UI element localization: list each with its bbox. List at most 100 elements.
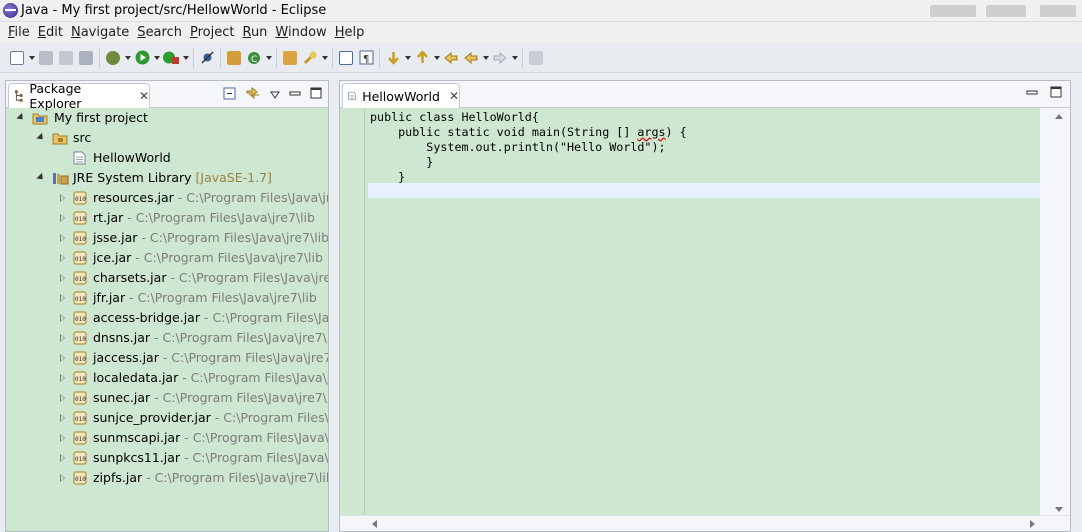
previous-annotation-button[interactable] xyxy=(412,48,432,68)
search-button[interactable] xyxy=(300,48,320,68)
tab-hellowworld[interactable]: HellowWorld ✕ xyxy=(342,83,460,108)
menu-edit[interactable]: Edit xyxy=(34,25,67,40)
run-button[interactable] xyxy=(132,48,152,68)
tree-item-jar[interactable]: 010 sunpkcs11.jar - C:\Program Files\Java… xyxy=(6,448,328,468)
expand-icon[interactable] xyxy=(36,133,46,143)
tree-item-jar[interactable]: 010 sunec.jar - C:\Program Files\Java\jre… xyxy=(6,388,328,408)
expand-icon[interactable] xyxy=(58,473,68,483)
show-whitespace-button[interactable]: ¶ xyxy=(356,48,376,68)
back-button[interactable] xyxy=(461,48,481,68)
menu-label: avigate xyxy=(80,25,130,40)
vertical-scrollbar[interactable] xyxy=(1048,108,1070,516)
expand-icon[interactable] xyxy=(58,433,68,443)
menu-search[interactable]: Search xyxy=(133,25,186,40)
save-button[interactable] xyxy=(36,48,56,68)
tree-item-jar[interactable]: 010 sunjce_provider.jar - C:\Program File… xyxy=(6,408,328,428)
tree-item-jar[interactable]: 010 jce.jar - C:\Program Files\Java\jre7\… xyxy=(6,248,328,268)
scroll-right-icon[interactable] xyxy=(1030,520,1035,528)
toggle-breadcrumb-button[interactable] xyxy=(336,48,356,68)
forward-dropdown[interactable] xyxy=(510,48,519,68)
new-java-package-button[interactable] xyxy=(224,48,244,68)
expand-icon[interactable] xyxy=(58,273,68,283)
jar-icon: 010 xyxy=(73,331,88,345)
minimize-icon[interactable] xyxy=(1026,86,1038,101)
scroll-down-icon[interactable] xyxy=(1055,507,1063,512)
close-icon[interactable]: ✕ xyxy=(139,89,149,103)
tree-item-jar[interactable]: 010 sunmscapi.jar - C:\Program Files\Java… xyxy=(6,428,328,448)
new-button[interactable] xyxy=(7,48,27,68)
minimize-button[interactable] xyxy=(930,5,976,17)
menu-run[interactable]: Run xyxy=(238,25,271,40)
maximize-button[interactable] xyxy=(986,5,1026,17)
close-icon[interactable]: ✕ xyxy=(449,89,459,103)
new-dropdown[interactable] xyxy=(27,48,36,68)
last-edit-location-button[interactable] xyxy=(441,48,461,68)
close-button[interactable] xyxy=(1040,5,1076,17)
tree-item-jar[interactable]: 010 charsets.jar - C:\Program Files\Java\… xyxy=(6,268,328,288)
new-file-icon xyxy=(10,50,24,65)
expand-icon[interactable] xyxy=(58,193,68,203)
expand-icon[interactable] xyxy=(58,253,68,263)
tree-item-jar[interactable]: 010 rt.jar - C:\Program Files\Java\jre7\l… xyxy=(6,208,328,228)
menu-navigate[interactable]: Navigate xyxy=(67,25,133,40)
external-tools-button[interactable] xyxy=(161,48,181,68)
tree-item-jre-library[interactable]: JRE System Library [JavaSE-1.7] xyxy=(6,168,328,188)
expand-icon[interactable] xyxy=(16,113,26,123)
debug-dropdown[interactable] xyxy=(123,48,132,68)
menu-window[interactable]: Window xyxy=(271,25,330,40)
scroll-left-icon[interactable] xyxy=(372,520,377,528)
expand-icon[interactable] xyxy=(58,413,68,423)
tree-item-src[interactable]: src xyxy=(6,128,328,148)
previous-annotation-dropdown[interactable] xyxy=(432,48,441,68)
debug-button[interactable] xyxy=(103,48,123,68)
expand-icon[interactable] xyxy=(58,233,68,243)
tree-item-jar[interactable]: 010 localedata.jar - C:\Program Files\Jav… xyxy=(6,368,328,388)
menu-project[interactable]: Project xyxy=(186,25,239,40)
tree-item-jar[interactable]: 010 dnsns.jar - C:\Program Files\Java\jre… xyxy=(6,328,328,348)
next-annotation-button[interactable] xyxy=(383,48,403,68)
tree-item-jar[interactable]: 010 access-bridge.jar - C:\Program Files\… xyxy=(6,308,328,328)
tree-item-jar[interactable]: 010 resources.jar - C:\Program Files\Java… xyxy=(6,188,328,208)
tree-item-jar[interactable]: 010 zipfs.jar - C:\Program Files\Java\jre… xyxy=(6,468,328,488)
expand-icon[interactable] xyxy=(58,393,68,403)
search-dropdown[interactable] xyxy=(320,48,329,68)
external-tools-dropdown[interactable] xyxy=(181,48,190,68)
scroll-up-icon[interactable] xyxy=(1055,114,1063,119)
expand-icon[interactable] xyxy=(58,353,68,363)
link-with-editor-icon[interactable] xyxy=(245,86,261,103)
maximize-icon[interactable] xyxy=(1050,86,1062,101)
minimize-icon[interactable] xyxy=(289,88,301,102)
skip-breakpoints-button[interactable] xyxy=(197,48,217,68)
expand-icon[interactable] xyxy=(36,173,46,183)
package-explorer-tabbar: Package Explorer ✕ xyxy=(6,81,328,111)
tree-item-file[interactable]: HellowWorld xyxy=(6,148,328,168)
back-dropdown[interactable] xyxy=(481,48,490,68)
expand-icon[interactable] xyxy=(58,313,68,323)
new-class-dropdown[interactable] xyxy=(264,48,273,68)
horizontal-scrollbar[interactable] xyxy=(340,515,1070,531)
expand-icon[interactable] xyxy=(58,373,68,383)
save-all-button[interactable] xyxy=(56,48,76,68)
expand-icon[interactable] xyxy=(58,293,68,303)
maximize-icon[interactable] xyxy=(310,87,322,102)
view-menu-icon[interactable] xyxy=(270,88,280,102)
open-type-button[interactable] xyxy=(280,48,300,68)
forward-button[interactable] xyxy=(490,48,510,68)
collapse-all-icon[interactable] xyxy=(223,87,236,103)
code-editor[interactable]: public class HelloWorld{ public static v… xyxy=(340,108,1040,516)
tree-item-jar[interactable]: 010 jsse.jar - C:\Program Files\Java\jre7… xyxy=(6,228,328,248)
menu-help[interactable]: Help xyxy=(331,25,369,40)
expand-icon[interactable] xyxy=(58,213,68,223)
menu-file[interactable]: File xyxy=(4,25,34,40)
tree-item-jar[interactable]: 010 jfr.jar - C:\Program Files\Java\jre7\… xyxy=(6,288,328,308)
expand-icon[interactable] xyxy=(58,453,68,463)
tree-item-jar[interactable]: 010 jaccess.jar - C:\Program Files\Java\j… xyxy=(6,348,328,368)
print-button[interactable] xyxy=(76,48,96,68)
next-annotation-dropdown[interactable] xyxy=(403,48,412,68)
tab-package-explorer[interactable]: Package Explorer ✕ xyxy=(8,81,150,111)
expand-icon[interactable] xyxy=(58,333,68,343)
pin-editor-button[interactable] xyxy=(526,48,546,68)
run-dropdown[interactable] xyxy=(152,48,161,68)
tree-item-project[interactable]: My first project xyxy=(6,108,328,128)
new-java-class-button[interactable]: C xyxy=(244,48,264,68)
